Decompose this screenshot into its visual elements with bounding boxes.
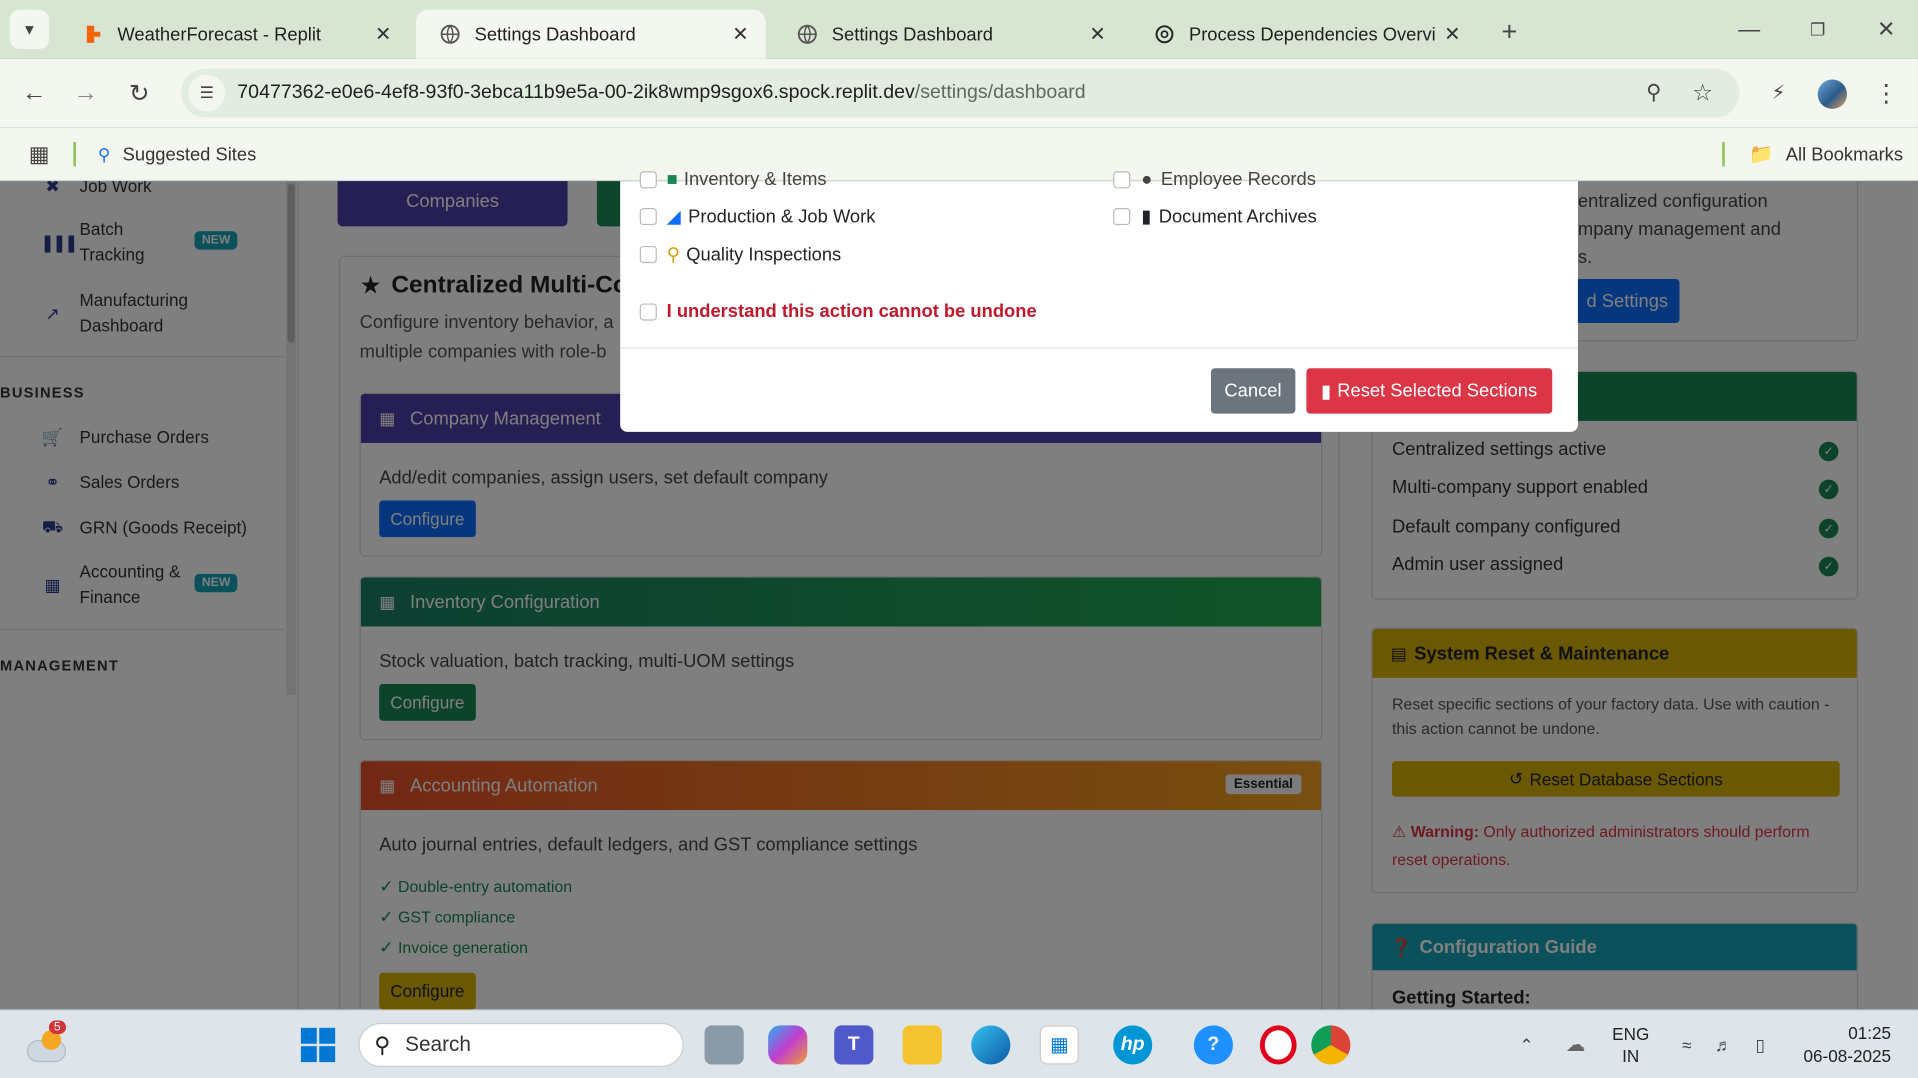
- modal-footer-divider: [620, 347, 1578, 349]
- notification-badge: 5: [48, 1020, 66, 1034]
- checkbox-employee-records[interactable]: [1113, 171, 1131, 189]
- confirm-label: I understand this action cannot be undon…: [666, 301, 1037, 322]
- volume-icon[interactable]: ♬: [1710, 1030, 1737, 1059]
- apps-grid-icon[interactable]: ▦: [24, 139, 53, 168]
- reset-selected-sections-button[interactable]: ▮ Reset Selected Sections: [1306, 368, 1552, 414]
- checkbox-document-archives[interactable]: [1113, 208, 1131, 226]
- tab-settings-dashboard-active[interactable]: Settings Dashboard ✕: [415, 9, 766, 59]
- edge-icon[interactable]: [971, 1025, 1011, 1065]
- store-icon[interactable]: ▦: [1039, 1025, 1079, 1065]
- taskbar-search[interactable]: ⚲ Search: [358, 1022, 684, 1067]
- option-employee-records: ● Employee Records: [1141, 168, 1316, 190]
- option-document-archives: ▮ Document Archives: [1141, 206, 1317, 228]
- close-window-button[interactable]: ✕: [1869, 12, 1903, 46]
- divider: [1722, 141, 1725, 167]
- option-production-job-work: ◢ Production & Job Work: [666, 206, 876, 228]
- new-tab-button[interactable]: +: [1492, 15, 1526, 49]
- cloud-icon[interactable]: ☁: [1561, 1030, 1590, 1059]
- zoom-icon[interactable]: ⚲: [1639, 78, 1668, 107]
- weather-widget[interactable]: 5: [26, 1020, 69, 1064]
- tab-title: Process Dependencies Overview: [1188, 23, 1435, 45]
- tab-title: Settings Dashboard: [831, 23, 993, 45]
- help-icon[interactable]: ?: [1193, 1025, 1233, 1065]
- wifi-icon[interactable]: ≈: [1673, 1030, 1700, 1059]
- screen: ▼ WeatherForecast - Replit ✕ Settings Da…: [0, 0, 1918, 1078]
- tab-process-dependencies[interactable]: Process Dependencies Overview ✕: [1130, 10, 1477, 59]
- task-view-icon[interactable]: [704, 1025, 744, 1065]
- search-icon: ⚲: [666, 244, 681, 266]
- menu-icon[interactable]: ⋮: [1871, 78, 1900, 107]
- start-button[interactable]: [300, 1027, 336, 1063]
- clock[interactable]: 01:25 06-08-2025: [1798, 1022, 1891, 1068]
- url-host: 70477362-e0e6-4ef8-93f0-3ebca11b9e5a-00-…: [237, 81, 915, 103]
- restore-button[interactable]: ❐: [1801, 12, 1835, 46]
- tab-settings-dashboard[interactable]: Settings Dashboard ✕: [773, 10, 1123, 59]
- hp-icon[interactable]: hp: [1113, 1025, 1153, 1065]
- address-bar[interactable]: ☰ 70477362-e0e6-4ef8-93f0-3ebca11b9e5a-0…: [181, 68, 1740, 118]
- divider: [73, 141, 76, 167]
- all-bookmarks[interactable]: 📁 All Bookmarks: [1749, 139, 1903, 168]
- option-inventory-items: ■ Inventory & Items: [666, 168, 827, 190]
- globe-icon: [797, 24, 818, 44]
- tab-weatherforecast[interactable]: WeatherForecast - Replit ✕: [59, 10, 409, 59]
- user-icon: ●: [1141, 168, 1153, 190]
- bookmark-label: All Bookmarks: [1785, 143, 1904, 165]
- copilot-icon[interactable]: [768, 1025, 808, 1065]
- url-path: /settings/dashboard: [914, 81, 1086, 103]
- browser-toolbar: ← → ↻ ☰ 70477362-e0e6-4ef8-93f0-3ebca11b…: [0, 58, 1918, 128]
- bookmark-label: Suggested Sites: [122, 143, 257, 165]
- chrome-icon[interactable]: [1311, 1025, 1351, 1065]
- close-icon[interactable]: ✕: [732, 22, 748, 46]
- minimize-button[interactable]: —: [1732, 12, 1766, 46]
- reset-sections-modal: ■ Inventory & Items ● Employee Records ◢ Pr…: [620, 169, 1578, 432]
- tab-search-button[interactable]: ▼: [9, 9, 49, 49]
- taskbar: 5 ⚲ Search T ▦ hp ? ⌃ ☁ ENG IN ≈ ♬ ▯ 01:…: [0, 1009, 1918, 1078]
- chevron-up-icon[interactable]: ⌃: [1512, 1030, 1541, 1059]
- chatgpt-icon: [1155, 24, 1175, 44]
- opera-icon[interactable]: [1259, 1025, 1297, 1065]
- globe-icon: [440, 24, 460, 44]
- battery-icon[interactable]: ▯: [1747, 1030, 1774, 1059]
- close-icon[interactable]: ✕: [1089, 22, 1105, 46]
- trash-icon: ▮: [1321, 381, 1332, 402]
- replit-icon: [83, 24, 103, 44]
- close-icon[interactable]: ✕: [375, 22, 391, 46]
- profile-avatar[interactable]: [1817, 79, 1848, 109]
- back-button[interactable]: ←: [17, 76, 51, 110]
- industry-icon: ◢: [666, 206, 681, 228]
- language-indicator[interactable]: ENG IN: [1612, 1023, 1649, 1067]
- search-icon: ⚲: [97, 143, 111, 164]
- file-icon: ▮: [1141, 206, 1152, 228]
- tab-title: Settings Dashboard: [474, 23, 636, 45]
- tab-title: WeatherForecast - Replit: [117, 23, 322, 45]
- checkbox-quality-inspections[interactable]: [639, 245, 657, 264]
- star-icon[interactable]: ☆: [1688, 78, 1717, 107]
- checkbox-confirm[interactable]: [639, 303, 657, 321]
- bookmarks-bar: ▦ ⚲ Suggested Sites 📁 All Bookmarks: [0, 127, 1918, 182]
- file-explorer-icon[interactable]: [902, 1025, 942, 1065]
- cancel-button[interactable]: Cancel: [1210, 368, 1296, 414]
- site-settings-icon[interactable]: ☰: [188, 74, 226, 112]
- reload-button[interactable]: ↻: [122, 76, 156, 110]
- performance-icon[interactable]: ⚡: [1764, 78, 1793, 107]
- forward-button[interactable]: →: [68, 76, 102, 110]
- search-placeholder: Search: [405, 1032, 472, 1056]
- close-icon[interactable]: ✕: [1444, 22, 1460, 46]
- windows-icon: [300, 1027, 336, 1063]
- search-icon: ⚲: [374, 1032, 391, 1057]
- checkbox-inventory-items[interactable]: [639, 171, 657, 189]
- tab-strip: ▼ WeatherForecast - Replit ✕ Settings Da…: [0, 0, 1918, 59]
- bookmark-suggested-sites[interactable]: ⚲ Suggested Sites: [98, 139, 256, 168]
- checkbox-production-job-work[interactable]: [639, 208, 657, 226]
- folder-icon: 📁: [1749, 144, 1774, 166]
- boxes-icon: ■: [666, 168, 678, 190]
- option-quality-inspections: ⚲ Quality Inspections: [666, 244, 842, 266]
- teams-icon[interactable]: T: [834, 1025, 874, 1065]
